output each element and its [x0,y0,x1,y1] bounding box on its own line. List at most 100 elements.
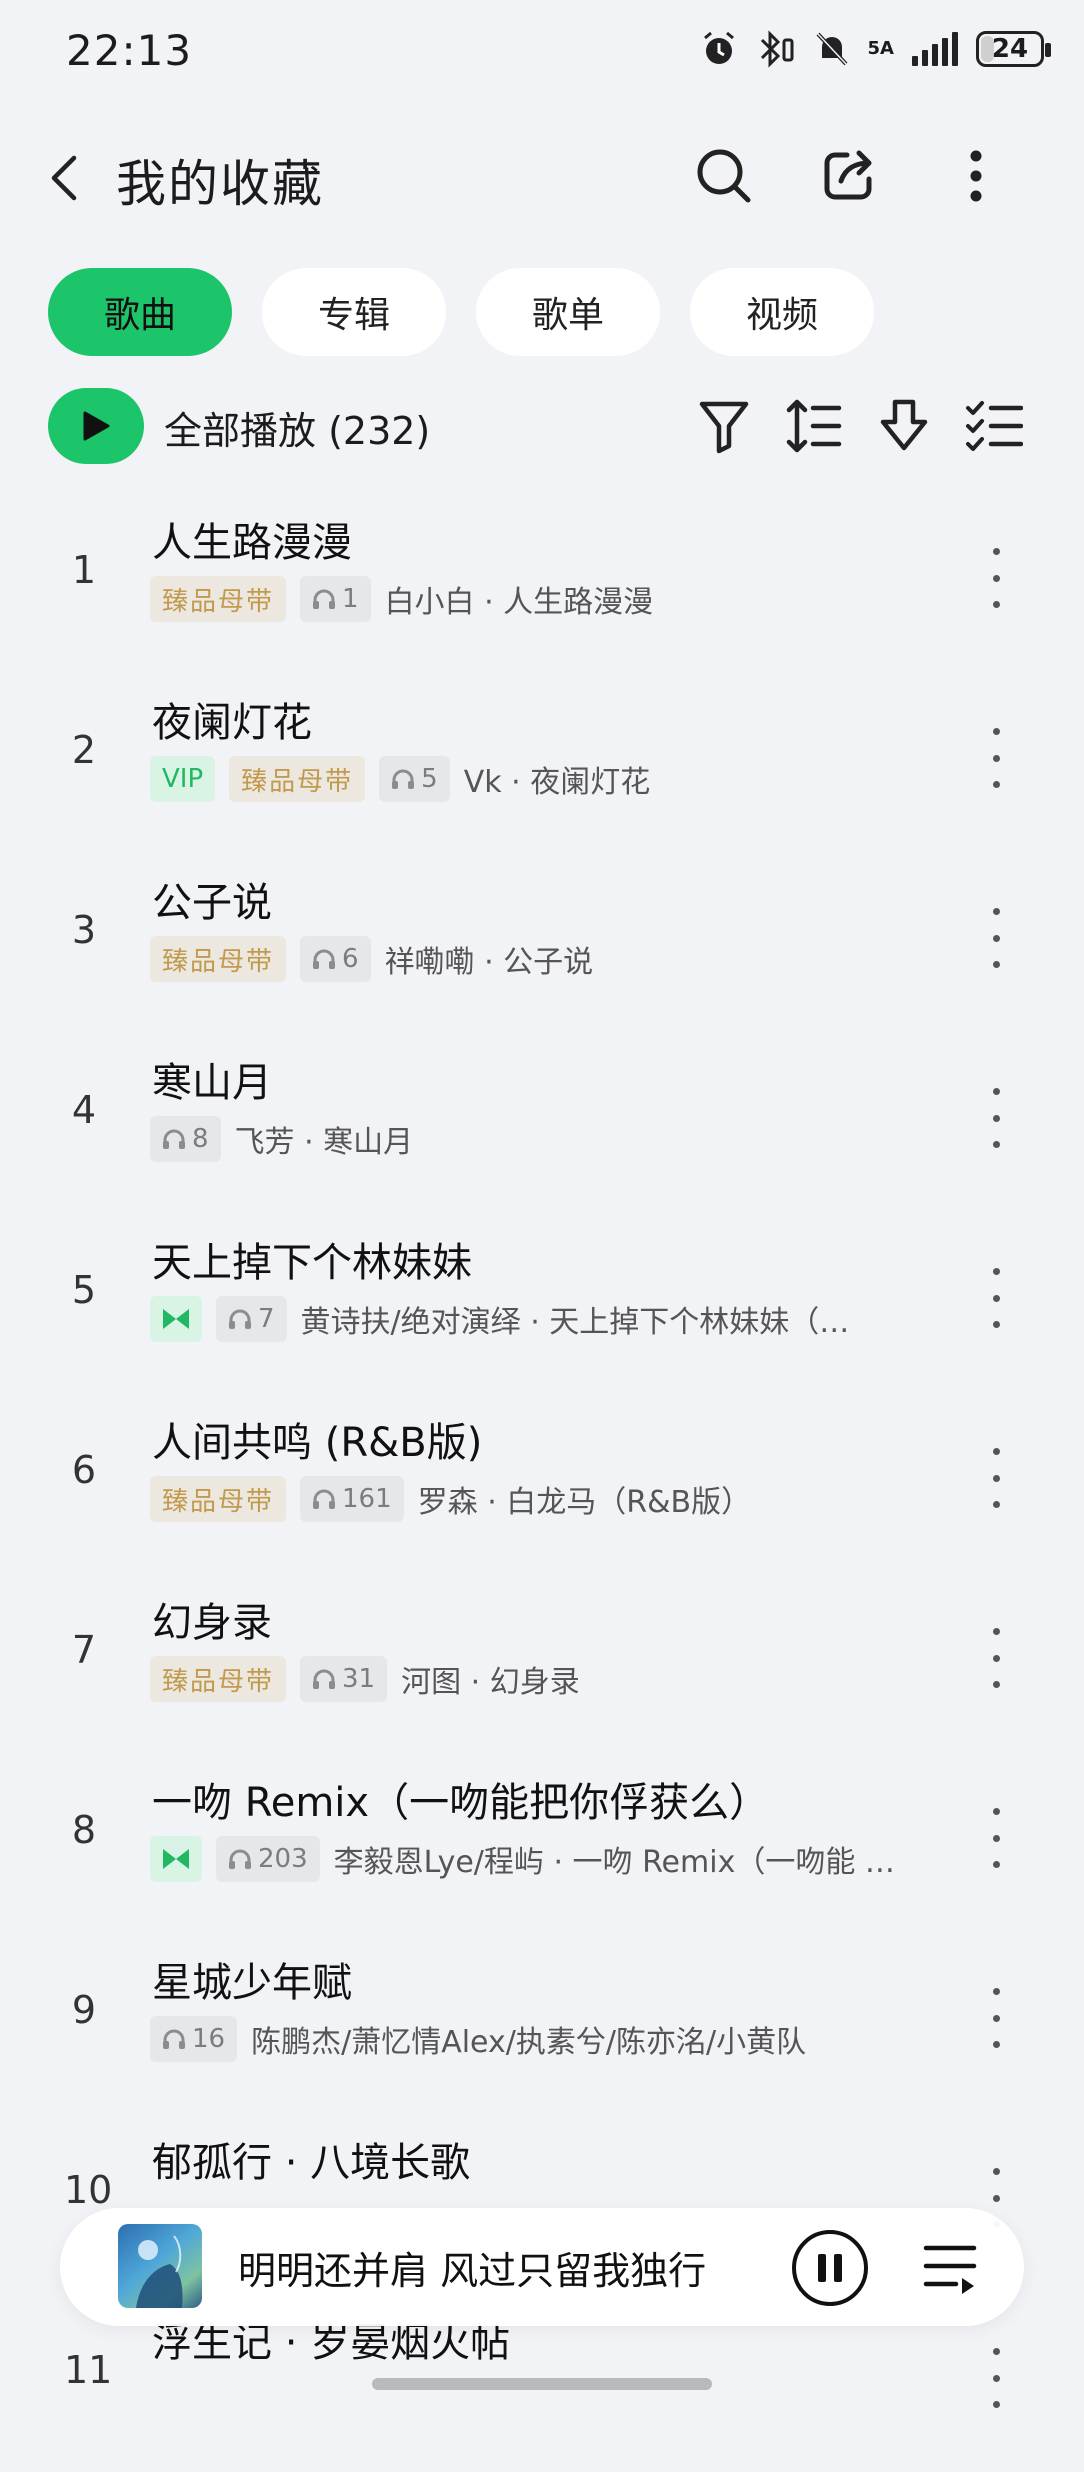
listen-count: 1 [342,584,359,614]
song-more-icon[interactable] [976,1088,1016,1148]
song-more-icon[interactable] [976,1628,1016,1688]
song-row[interactable]: 2 夜阑灯花 VIP 臻品母带 5 Vk · 夜阑灯花 [0,672,1084,852]
headphones-icon [313,1669,336,1689]
song-more-icon[interactable] [976,728,1016,788]
song-row[interactable]: 7 幻身录 臻品母带 31 河图 · 幻身录 [0,1572,1084,1752]
song-meta: 臻品母带 161 罗森 · 白龙马（R&B版） [150,1476,751,1522]
home-indicator[interactable] [372,2378,712,2390]
headphones-icon [163,2029,185,2049]
song-more-icon[interactable] [976,908,1016,968]
song-index: 11 [64,2348,113,2392]
download-icon [880,399,928,451]
song-meta: 7 黄诗扶/绝对演绎 · 天上掉下个林妹妹（… [150,1296,849,1342]
filter-icon [699,401,749,454]
headphones-icon [163,1129,185,1149]
tab-albums[interactable]: 专辑 [262,268,446,356]
song-artist-album: Vk · 夜阑灯花 [463,765,651,800]
listen-count-badge: 161 [300,1476,404,1522]
song-index: 3 [71,908,97,952]
listen-count-badge: 1 [300,576,371,622]
network-type: 5A [867,38,894,59]
song-meta: VIP 臻品母带 5 Vk · 夜阑灯花 [150,756,650,802]
song-title: 人生路漫漫 [152,520,352,566]
mv-badge-icon [150,1296,202,1342]
listen-count-badge: 203 [216,1836,320,1882]
listen-count-badge: 16 [150,2016,238,2062]
listen-count-badge: 7 [216,1296,287,1342]
play-all-label[interactable]: 全部播放 (232) [164,400,430,455]
alarm-icon [703,31,734,64]
song-title: 人间共鸣 (R&B版) [152,1420,483,1466]
listen-count: 7 [258,1304,275,1334]
tab-videos[interactable]: 视频 [690,268,874,356]
more-button[interactable] [940,140,1012,212]
song-more-icon[interactable] [976,2348,1016,2408]
song-artist-album: 飞芳 · 寒山月 [234,1125,414,1160]
song-index: 5 [71,1268,97,1312]
tab-playlists[interactable]: 歌单 [476,268,660,356]
song-more-icon[interactable] [976,548,1016,608]
pause-button[interactable] [792,2230,868,2306]
song-meta: 臻品母带 1 白小白 · 人生路漫漫 [150,576,653,622]
vip-badge: VIP [150,756,216,802]
listen-count-badge: 31 [300,1656,388,1702]
battery-icon: 24 [976,31,1051,67]
song-index: 9 [71,1988,97,2032]
song-more-icon[interactable] [976,1988,1016,2048]
song-meta: 203 李毅恩Lye/程屿 · 一吻 Remix（一吻能 … [150,1836,894,1882]
listen-count-badge: 8 [150,1116,221,1162]
song-index: 4 [71,1088,97,1132]
multi-select-button[interactable] [962,392,1026,460]
battery-text: 24 [991,34,1029,64]
playlist-icon[interactable] [922,2236,978,2296]
back-icon[interactable] [44,150,84,206]
listen-count: 16 [192,2024,226,2054]
bowtie-icon [163,1309,189,1329]
song-row[interactable]: 1 人生路漫漫臻品母带 1 白小白 · 人生路漫漫 [0,492,1084,672]
song-title: 郁孤行 · 八境长歌 [152,2140,471,2186]
song-index: 6 [71,1448,97,1492]
headphones-icon [392,769,415,789]
more-vertical-icon [970,150,982,202]
song-index: 10 [64,2168,113,2212]
song-more-icon[interactable] [976,1448,1016,1508]
mv-badge-icon [150,1836,202,1882]
listen-count: 6 [342,944,359,974]
tab-songs[interactable]: 歌曲 [48,268,232,356]
search-button[interactable] [688,140,760,212]
album-cover[interactable] [118,2224,202,2308]
headphones-icon [229,1849,251,1869]
song-row[interactable]: 3 公子说 臻品母带 6 祥嘞嘞 · 公子说 [0,852,1084,1032]
search-icon [697,149,751,203]
play-icon [83,411,110,441]
mini-player[interactable]: 明明还并肩 风过只留我独行 [60,2208,1024,2326]
sort-button[interactable] [782,392,846,460]
pause-icon-bar-right [834,2254,842,2282]
song-row[interactable]: 6 人间共鸣 (R&B版) 臻品母带 161 罗森 · 白龙马（R&B版） [0,1392,1084,1572]
share-button[interactable] [812,140,884,212]
song-row[interactable]: 4 寒山月 8 飞芳 · 寒山月 [0,1032,1084,1212]
play-all-button[interactable] [48,388,144,464]
sort-icon [786,399,842,453]
listen-count: 161 [342,1484,392,1514]
song-title: 幻身录 [152,1600,272,1646]
song-row[interactable]: 8 一吻 Remix（一吻能把你俘获么） 203 李毅恩Lye/程屿 · 一吻 Rem… [0,1752,1084,1932]
headphones-icon [313,589,336,609]
song-artist-album: 祥嘞嘞 · 公子说 [384,945,594,980]
song-more-icon[interactable] [976,1808,1016,1868]
status-icons: 5A 24 [700,30,1051,68]
song-row[interactable]: 5 天上掉下个林妹妹 7 黄诗扶/绝对演绎 · 天上掉下个林妹妹（… [0,1212,1084,1392]
song-meta: 臻品母带 31 河图 · 幻身录 [150,1656,580,1702]
song-row[interactable]: 9 星城少年赋 16 陈鹏杰/萧忆情Alex/执素兮/陈亦洺/小黄队 … [0,1932,1084,2112]
song-index: 1 [71,548,97,592]
song-title: 夜阑灯花 [152,700,312,746]
song-artist-album: 陈鹏杰/萧忆情Alex/执素兮/陈亦洺/小黄队 … [251,2025,812,2060]
song-more-icon[interactable] [976,1268,1016,1328]
download-button[interactable] [872,392,936,460]
signal-icon [912,32,958,66]
now-playing-title[interactable]: 明明还并肩 风过只留我独行 [238,2240,706,2295]
song-meta: 8 飞芳 · 寒山月 [150,1116,413,1162]
song-artist-album: 李毅恩Lye/程屿 · 一吻 Remix（一吻能 … [333,1845,894,1880]
song-title: 寒山月 [152,1060,272,1106]
filter-button[interactable] [692,392,756,460]
